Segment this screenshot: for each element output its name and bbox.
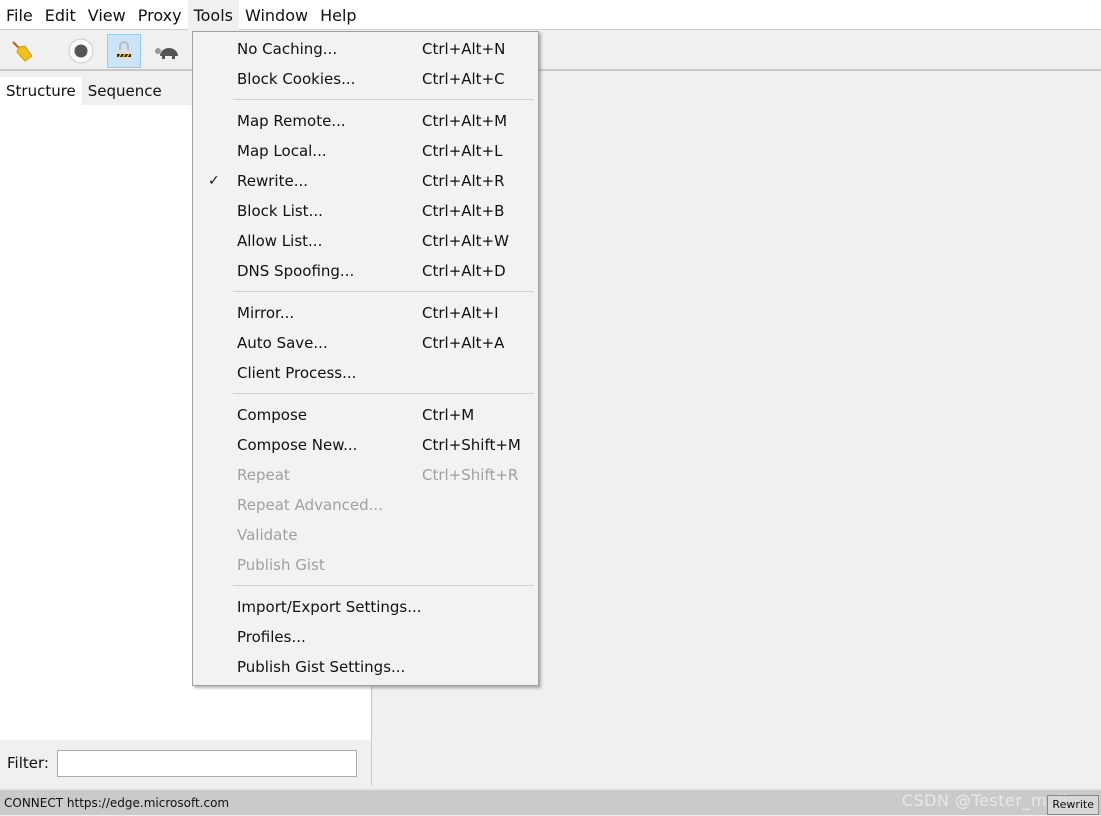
- menu-help[interactable]: Help: [314, 0, 362, 30]
- menu-item-label: Profiles...: [237, 628, 306, 646]
- menu-item-label: Mirror...: [237, 304, 295, 322]
- tab-structure[interactable]: Structure: [0, 77, 82, 105]
- menu-item-shortcut: Ctrl+Alt+L: [422, 142, 503, 160]
- menu-separator: [193, 94, 538, 106]
- menu-item-compose-new[interactable]: Compose New... Ctrl+Shift+M: [193, 430, 538, 460]
- menu-separator: [193, 388, 538, 400]
- menu-item-shortcut: Ctrl+Shift+M: [422, 436, 521, 454]
- menu-item-shortcut: Ctrl+Alt+M: [422, 112, 508, 130]
- menu-item-auto-save[interactable]: Auto Save... Ctrl+Alt+A: [193, 328, 538, 358]
- menu-item-label: Repeat Advanced...: [237, 496, 383, 514]
- menu-item-dns-spoofing[interactable]: DNS Spoofing... Ctrl+Alt+D: [193, 256, 538, 286]
- menu-item-label: Validate: [237, 526, 298, 544]
- menu-item-shortcut: Ctrl+Shift+R: [422, 466, 519, 484]
- menu-item-label: Publish Gist Settings...: [237, 658, 406, 676]
- menu-item-shortcut: Ctrl+Alt+N: [422, 40, 506, 58]
- menu-item-validate: Validate: [193, 520, 538, 550]
- menu-view[interactable]: View: [82, 0, 132, 30]
- menu-item-label: Map Remote...: [237, 112, 346, 130]
- menu-item-label: Publish Gist: [237, 556, 325, 574]
- menu-item-shortcut: Ctrl+Alt+A: [422, 334, 505, 352]
- toolbar: [0, 31, 1101, 71]
- menu-item-client-process[interactable]: Client Process...: [193, 358, 538, 388]
- broom-icon[interactable]: [5, 34, 39, 68]
- filter-label: Filter:: [7, 754, 49, 772]
- menu-item-publish-gist: Publish Gist: [193, 550, 538, 580]
- menu-item-repeat: Repeat Ctrl+Shift+R: [193, 460, 538, 490]
- menu-item-allow-list[interactable]: Allow List... Ctrl+Alt+W: [193, 226, 538, 256]
- menu-item-label: Client Process...: [237, 364, 357, 382]
- tools-dropdown-menu: No Caching... Ctrl+Alt+N Block Cookies... C…: [192, 31, 539, 686]
- menu-item-mirror[interactable]: Mirror... Ctrl+Alt+I: [193, 298, 538, 328]
- menu-item-label: Block Cookies...: [237, 70, 356, 88]
- menu-item-label: Auto Save...: [237, 334, 328, 352]
- menu-item-compose[interactable]: Compose Ctrl+M: [193, 400, 538, 430]
- menu-item-no-caching[interactable]: No Caching... Ctrl+Alt+N: [193, 34, 538, 64]
- menu-item-rewrite[interactable]: ✓ Rewrite... Ctrl+Alt+R: [193, 166, 538, 196]
- menu-item-block-cookies[interactable]: Block Cookies... Ctrl+Alt+C: [193, 64, 538, 94]
- menu-item-label: Import/Export Settings...: [237, 598, 422, 616]
- menu-item-label: Allow List...: [237, 232, 323, 250]
- menu-item-label: Compose New...: [237, 436, 358, 454]
- menu-item-label: Compose: [237, 406, 308, 424]
- menu-item-profiles[interactable]: Profiles...: [193, 622, 538, 652]
- tab-sequence[interactable]: Sequence: [82, 77, 168, 105]
- menu-item-shortcut: Ctrl+Alt+W: [422, 232, 509, 250]
- ssl-lock-icon[interactable]: [107, 34, 141, 68]
- menu-item-label: Block List...: [237, 202, 323, 220]
- menu-separator: [193, 580, 538, 592]
- menu-item-label: Repeat: [237, 466, 290, 484]
- menu-item-map-local[interactable]: Map Local... Ctrl+Alt+L: [193, 136, 538, 166]
- record-icon[interactable]: [64, 34, 98, 68]
- menu-item-label: Map Local...: [237, 142, 327, 160]
- menu-item-repeat-advanced: Repeat Advanced...: [193, 490, 538, 520]
- menu-item-label: Rewrite...: [237, 172, 308, 190]
- status-bar: CONNECT https://edge.microsoft.com CSDN …: [0, 788, 1101, 815]
- menu-file[interactable]: File: [0, 0, 39, 30]
- menu-item-shortcut: Ctrl+Alt+B: [422, 202, 505, 220]
- menu-item-shortcut: Ctrl+Alt+R: [422, 172, 505, 190]
- filter-input[interactable]: [56, 749, 357, 777]
- menu-item-shortcut: Ctrl+Alt+C: [422, 70, 505, 88]
- filter-bar: Filter:: [0, 740, 371, 786]
- menu-separator: [193, 286, 538, 298]
- menu-item-label: DNS Spoofing...: [237, 262, 355, 280]
- check-icon: ✓: [208, 173, 220, 189]
- status-text: CONNECT https://edge.microsoft.com: [4, 796, 230, 810]
- menu-item-block-list[interactable]: Block List... Ctrl+Alt+B: [193, 196, 538, 226]
- menu-item-import-export-settings[interactable]: Import/Export Settings...: [193, 592, 538, 622]
- menu-tools[interactable]: Tools: [187, 0, 239, 30]
- menu-bar: File Edit View Proxy Tools Window Help: [0, 0, 1101, 30]
- menu-item-shortcut: Ctrl+Alt+I: [422, 304, 499, 322]
- menu-item-publish-gist-settings[interactable]: Publish Gist Settings...: [193, 652, 538, 682]
- menu-item-map-remote[interactable]: Map Remote... Ctrl+Alt+M: [193, 106, 538, 136]
- menu-window[interactable]: Window: [239, 0, 314, 30]
- rewrite-status-button[interactable]: Rewrite: [1047, 795, 1099, 815]
- menu-item-shortcut: Ctrl+Alt+D: [422, 262, 506, 280]
- menu-item-shortcut: Ctrl+M: [422, 406, 475, 424]
- menu-edit[interactable]: Edit: [39, 0, 82, 30]
- menu-item-label: No Caching...: [237, 40, 338, 58]
- menu-proxy[interactable]: Proxy: [132, 0, 188, 30]
- throttle-turtle-icon[interactable]: [149, 34, 183, 68]
